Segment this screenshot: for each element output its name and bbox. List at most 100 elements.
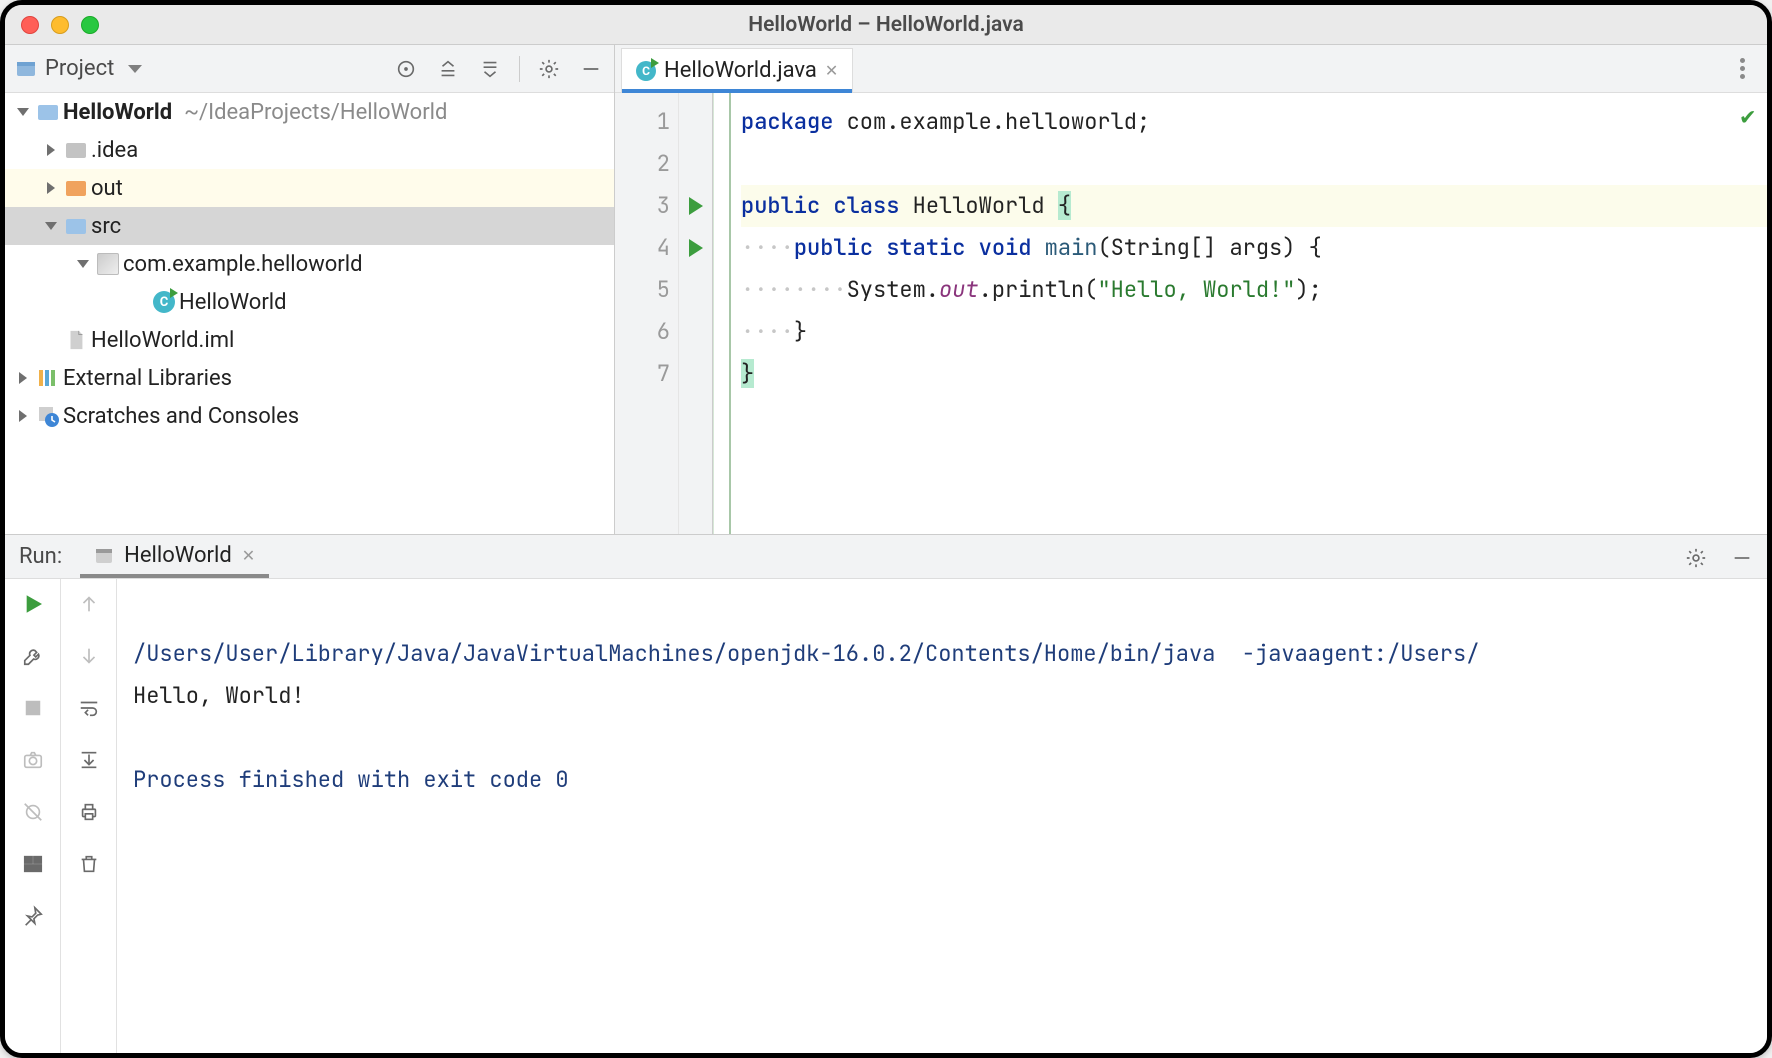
print-button[interactable] — [74, 797, 104, 827]
editor-tab-label: HelloWorld.java — [664, 58, 817, 83]
project-view-selector[interactable]: Project — [15, 56, 142, 81]
hide-tool-window-button[interactable] — [578, 56, 604, 82]
tree-item-class[interactable]: C HelloWorld — [5, 283, 614, 321]
scroll-up-button[interactable] — [74, 589, 104, 619]
expand-toggle[interactable] — [13, 102, 33, 122]
run-left-toolbar — [5, 579, 61, 1053]
zoom-window-button[interactable] — [81, 16, 99, 34]
code-token: HelloWorld — [913, 191, 1045, 220]
editor-tab-helloworld[interactable]: C HelloWorld.java ✕ — [621, 48, 853, 92]
line-number: 1 — [615, 101, 670, 143]
scroll-to-end-button[interactable] — [74, 745, 104, 775]
console-output[interactable]: /Users/User/Library/Java/JavaVirtualMach… — [117, 579, 1767, 1053]
run-tool-header: Run: HelloWorld ✕ — [5, 535, 1767, 579]
tree-item-out[interactable]: out — [5, 169, 614, 207]
tree-item-scratches[interactable]: Scratches and Consoles — [5, 397, 614, 435]
tree-item-label: src — [91, 214, 121, 239]
wrench-icon — [22, 645, 44, 667]
run-body: /Users/User/Library/Java/JavaVirtualMach… — [5, 579, 1767, 1053]
class-icon: C — [636, 61, 656, 81]
chevron-down-icon — [128, 65, 142, 73]
expand-toggle[interactable] — [13, 406, 33, 426]
editor-tabs-more-button[interactable] — [1731, 57, 1753, 79]
close-run-tab-button[interactable]: ✕ — [242, 546, 255, 565]
run-config-tab-label: HelloWorld — [124, 543, 232, 568]
project-tool-window: Project — [5, 45, 615, 534]
titlebar: HelloWorld – HelloWorld.java — [5, 5, 1767, 45]
editor-panel: C HelloWorld.java ✕ 1 2 3 4 5 6 7 — [615, 45, 1767, 534]
project-settings-button[interactable] — [536, 56, 562, 82]
expand-toggle[interactable] — [41, 178, 61, 198]
collapse-all-button[interactable] — [477, 56, 503, 82]
code-token: public — [741, 191, 820, 220]
run-config-tab[interactable]: HelloWorld ✕ — [80, 537, 269, 578]
scroll-down-button[interactable] — [74, 641, 104, 671]
play-icon — [689, 197, 703, 215]
no-problems-icon[interactable]: ✔ — [1741, 101, 1755, 132]
folder-icon — [65, 139, 87, 161]
close-window-button[interactable] — [21, 16, 39, 34]
project-icon — [15, 58, 37, 80]
project-view-label: Project — [45, 56, 114, 81]
tree-item-iml[interactable]: HelloWorld.iml — [5, 321, 614, 359]
gear-icon — [1685, 547, 1707, 569]
expand-toggle[interactable] — [41, 140, 61, 160]
tree-item-src[interactable]: src — [5, 207, 614, 245]
tree-item-label: com.example.helloworld — [123, 252, 363, 277]
expand-toggle[interactable] — [13, 368, 33, 388]
clear-all-button[interactable] — [74, 849, 104, 879]
project-tree[interactable]: HelloWorld ~/IdeaProjects/HelloWorld .id… — [5, 93, 614, 534]
expand-toggle[interactable] — [73, 254, 93, 274]
stop-button[interactable] — [18, 693, 48, 723]
exit-button[interactable] — [18, 797, 48, 827]
fold-gutter[interactable] — [713, 93, 731, 534]
run-title: Run: — [19, 544, 62, 569]
editor-body[interactable]: 1 2 3 4 5 6 7 ✔ package com.exa — [615, 93, 1767, 534]
tree-root-name: HelloWorld — [63, 100, 172, 125]
layout-button[interactable] — [18, 849, 48, 879]
arrow-up-icon — [78, 593, 100, 615]
tree-item-label: HelloWorld.iml — [91, 328, 234, 353]
window-title: HelloWorld – HelloWorld.java — [5, 13, 1767, 37]
camera-icon — [22, 749, 44, 771]
code-token: "Hello, World!" — [1097, 275, 1295, 304]
close-tab-button[interactable]: ✕ — [825, 61, 838, 80]
rerun-button[interactable] — [18, 589, 48, 619]
scratches-icon — [37, 405, 59, 427]
edit-config-button[interactable] — [18, 641, 48, 671]
code-token: } — [741, 359, 754, 388]
expand-all-button[interactable] — [435, 56, 461, 82]
select-opened-file-button[interactable] — [393, 56, 419, 82]
application-icon — [94, 546, 114, 566]
line-number: 6 — [615, 311, 670, 353]
source-folder-icon — [65, 215, 87, 237]
run-class-gutter-button[interactable] — [679, 185, 712, 227]
expand-toggle[interactable] — [41, 216, 61, 236]
tree-item-label: .idea — [91, 138, 138, 163]
soft-wrap-button[interactable] — [74, 693, 104, 723]
tree-item-idea[interactable]: .idea — [5, 131, 614, 169]
dump-threads-button[interactable] — [18, 745, 48, 775]
minimize-window-button[interactable] — [51, 16, 69, 34]
tree-item-package[interactable]: com.example.helloworld — [5, 245, 614, 283]
ide-window: HelloWorld – HelloWorld.java Project — [0, 0, 1772, 1058]
runnable-badge-icon — [651, 58, 659, 68]
run-main-gutter-button[interactable] — [679, 227, 712, 269]
line-number-gutter: 1 2 3 4 5 6 7 — [615, 93, 679, 534]
line-number: 3 — [615, 185, 670, 227]
tree-item-label: HelloWorld — [179, 290, 287, 315]
folder-icon — [65, 177, 87, 199]
code-area[interactable]: ✔ package com.example.helloworld; public… — [731, 93, 1767, 534]
pin-tab-button[interactable] — [18, 901, 48, 931]
run-settings-button[interactable] — [1683, 545, 1709, 571]
project-tool-header: Project — [5, 45, 614, 93]
tree-root[interactable]: HelloWorld ~/IdeaProjects/HelloWorld — [5, 93, 614, 131]
code-token: ); — [1295, 275, 1321, 304]
code-token: (String[] args) { — [1097, 233, 1321, 262]
console-line: /Users/User/Library/Java/JavaVirtualMach… — [133, 639, 1479, 668]
hide-run-window-button[interactable] — [1729, 545, 1755, 571]
code-token: class — [833, 191, 899, 220]
console-line: Process finished with exit code 0 — [133, 765, 569, 794]
tree-item-external-libraries[interactable]: External Libraries — [5, 359, 614, 397]
module-icon — [37, 101, 59, 123]
